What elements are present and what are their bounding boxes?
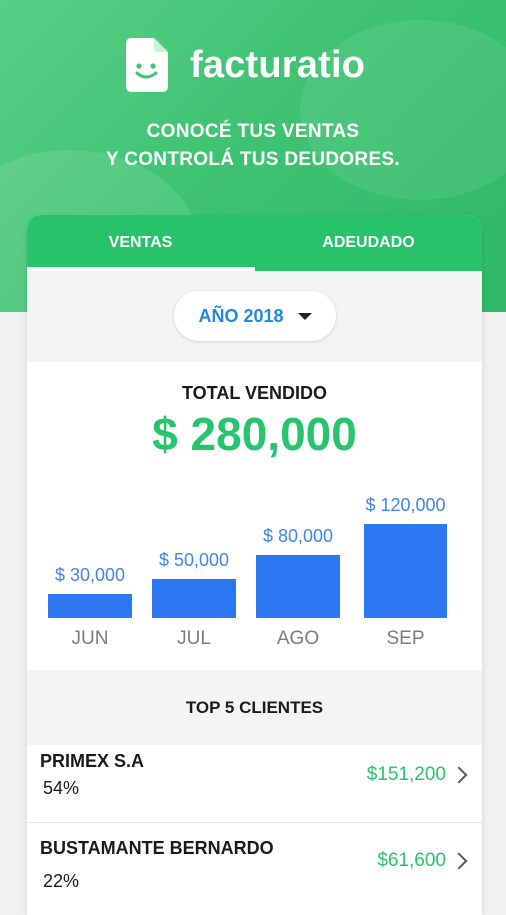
top-clients-title: TOP 5 CLIENTES bbox=[27, 670, 482, 745]
bar-value-label: $ 30,000 bbox=[54, 565, 126, 585]
chevron-right-icon bbox=[450, 852, 468, 870]
total-sold-value: $ 280,000 bbox=[152, 408, 357, 460]
client-amount: $151,200 bbox=[366, 764, 446, 785]
tab-ventas[interactable]: VENTAS bbox=[27, 215, 254, 271]
client-percent: 54% bbox=[43, 778, 80, 798]
client-name: BUSTAMANTE BERNARDO bbox=[40, 838, 274, 858]
sales-card: VENTAS ADEUDADO AÑO 2018 TOTAL VENDIDO $… bbox=[27, 215, 482, 915]
tab-bar: VENTAS ADEUDADO bbox=[27, 215, 482, 271]
bar-value-label: $ 120,000 bbox=[365, 495, 446, 515]
month-tick-label: SEP bbox=[386, 628, 425, 649]
bar-jun bbox=[48, 594, 132, 618]
app-name: facturatio bbox=[190, 43, 366, 86]
bar-sep bbox=[364, 524, 447, 618]
app-logo: facturatio bbox=[126, 38, 365, 92]
year-dropdown-value: AÑO 2018 bbox=[198, 305, 284, 326]
tab-adeudado[interactable]: ADEUDADO bbox=[255, 215, 482, 271]
month-tick-label: JUN bbox=[71, 628, 109, 649]
client-row[interactable]: PRIMEX S.A 54% $151,200 bbox=[27, 745, 482, 821]
smiling-document-icon bbox=[126, 38, 168, 92]
bar-ago bbox=[256, 555, 340, 618]
chevron-right-icon bbox=[450, 766, 468, 784]
bar-value-label: $ 80,000 bbox=[262, 526, 334, 546]
client-percent: 22% bbox=[43, 871, 80, 891]
bar-value-label: $ 50,000 bbox=[158, 550, 230, 570]
monthly-sales-chart: $ 30,000 JUN $ 50,000 JUL $ 80,000 AGO $ 120,0… bbox=[27, 485, 482, 675]
month-tick-label: JUL bbox=[177, 628, 211, 649]
caret-down-icon bbox=[297, 312, 312, 320]
total-sold-title: TOTAL VENDIDO bbox=[181, 383, 327, 403]
tagline-line-2: Y CONTROLÁ TUS DEUDORES. bbox=[106, 149, 400, 170]
year-filter-area: AÑO 2018 bbox=[27, 271, 482, 362]
bar-jul bbox=[152, 579, 236, 618]
year-dropdown[interactable]: AÑO 2018 bbox=[174, 291, 336, 341]
client-name: PRIMEX S.A bbox=[40, 751, 145, 771]
client-amount: $61,600 bbox=[377, 850, 446, 871]
month-tick-label: AGO bbox=[276, 628, 320, 649]
client-row[interactable]: BUSTAMANTE BERNARDO 22% $61,600 bbox=[27, 822, 482, 899]
tagline-line-1: CONOCÉ TUS VENTAS bbox=[146, 121, 360, 142]
